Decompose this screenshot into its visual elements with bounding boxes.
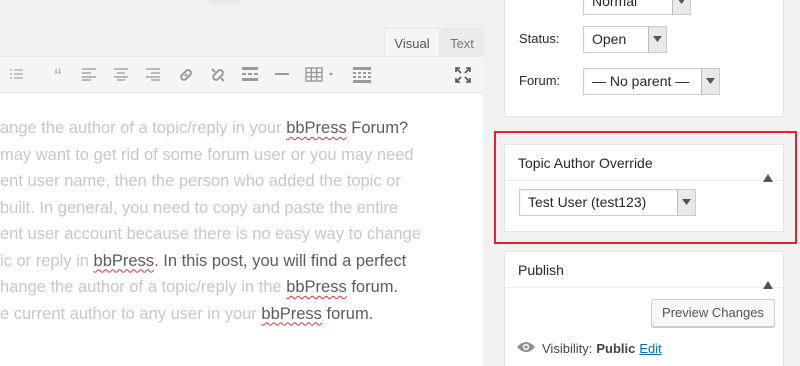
highlight-frame xyxy=(494,131,797,244)
forum-select[interactable]: — No parent — xyxy=(583,68,720,95)
align-left-icon[interactable] xyxy=(78,65,100,85)
forum-label: Forum: xyxy=(519,73,561,88)
status-select[interactable]: Open xyxy=(583,26,667,53)
publish-title: Publish xyxy=(505,252,783,289)
table-icon[interactable] xyxy=(303,65,341,85)
topic-attributes-box: Normal Status: Open Forum: — No parent — xyxy=(504,0,784,117)
wp-topic-editor-screen: Visual Text “ ange the author of a topic… xyxy=(0,0,800,366)
text-line: e current author to any user in your bbP… xyxy=(0,304,374,323)
preview-changes-button[interactable]: Preview Changes xyxy=(651,299,775,327)
read-more-icon[interactable] xyxy=(239,65,261,85)
status-label: Status: xyxy=(519,31,560,46)
visibility-value: Public xyxy=(596,341,636,356)
editor-content[interactable]: ange the author of a topic/reply in your… xyxy=(0,93,483,366)
text-line: built. In general, you need to copy and … xyxy=(0,198,399,217)
tab-text[interactable]: Text xyxy=(441,28,483,57)
type-select[interactable]: Normal xyxy=(583,0,691,15)
post-body-text: ange the author of a topic/reply in your… xyxy=(0,115,460,327)
fullscreen-icon[interactable] xyxy=(452,65,474,85)
chevron-down-icon xyxy=(701,69,719,94)
tab-visual[interactable]: Visual xyxy=(384,28,440,57)
visibility-row: Visibility: Public Edit xyxy=(516,340,662,357)
editor-top-strip xyxy=(0,0,483,28)
forum-select-value: — No parent — xyxy=(592,73,690,89)
collapse-arrow-icon[interactable] xyxy=(763,266,773,289)
link-icon[interactable] xyxy=(175,65,197,85)
eye-icon xyxy=(516,340,536,357)
text-line: hange the author of a topic/reply in the… xyxy=(0,278,399,296)
chevron-down-icon xyxy=(672,0,690,14)
visibility-label: Visibility: xyxy=(542,341,593,356)
status-select-value: Open xyxy=(592,31,627,47)
edit-visibility-link[interactable]: Edit xyxy=(639,341,661,356)
post-editor: Visual Text “ ange the author of a topic… xyxy=(0,0,483,366)
publish-title-text: Publish xyxy=(518,262,564,278)
text-line: may want to get rid of some forum user o… xyxy=(0,145,414,164)
toolbar-toggle-icon[interactable] xyxy=(351,65,373,85)
align-right-icon[interactable] xyxy=(142,65,164,85)
align-center-icon[interactable] xyxy=(110,65,132,85)
ghost-mark xyxy=(210,0,240,4)
text-line: ent user name, then the person who added… xyxy=(0,172,401,190)
chevron-down-icon xyxy=(648,27,666,52)
editor-toolbar: “ xyxy=(0,56,483,93)
list-icon[interactable] xyxy=(6,65,28,85)
horizontal-line-icon[interactable] xyxy=(271,65,293,85)
quote-icon[interactable]: “ xyxy=(47,65,69,89)
text-line: ic or reply in bbPress. In this post, yo… xyxy=(0,251,407,270)
type-select-value: Normal xyxy=(592,0,638,9)
text-line: ange the author of a topic/reply in your… xyxy=(0,119,409,137)
unlink-icon[interactable] xyxy=(207,65,229,85)
text-line: ent user account because there is no eas… xyxy=(0,225,422,243)
